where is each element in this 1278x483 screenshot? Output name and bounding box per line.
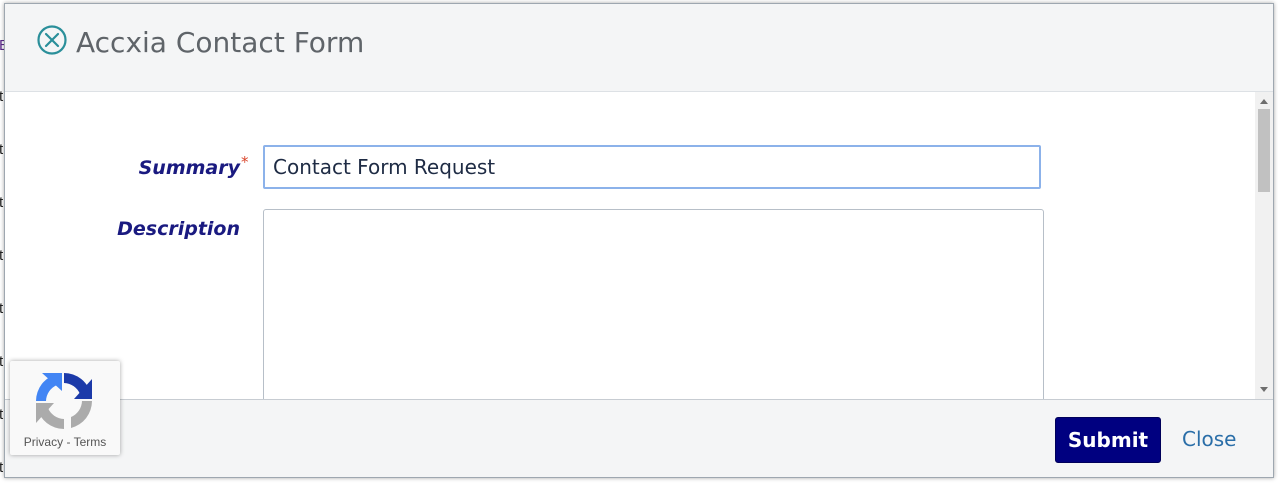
scroll-down-arrow-icon[interactable]: [1260, 387, 1268, 392]
summary-label: Summary: [138, 157, 240, 179]
form-body: Summary * Description: [5, 92, 1255, 399]
dialog-title: Accxia Contact Form: [76, 26, 365, 59]
recaptcha-link-separator: -: [63, 435, 74, 449]
recaptcha-badge[interactable]: Privacy - Terms: [10, 361, 120, 455]
recaptcha-links: Privacy - Terms: [10, 435, 120, 449]
description-label: Description: [117, 218, 240, 240]
scroll-up-arrow-icon[interactable]: [1260, 99, 1268, 104]
accxia-logo-icon: [37, 25, 67, 55]
dialog-footer: Submit Close: [5, 399, 1273, 477]
recaptcha-logo-icon: [36, 373, 92, 429]
close-link[interactable]: Close: [1182, 427, 1236, 451]
summary-input[interactable]: [263, 145, 1041, 189]
contact-form-dialog: Accxia Contact Form Summary * Descriptio…: [4, 3, 1274, 478]
dialog-header: Accxia Contact Form: [5, 4, 1273, 92]
recaptcha-privacy-link[interactable]: Privacy: [24, 435, 63, 449]
required-marker: *: [241, 153, 249, 171]
description-textarea[interactable]: [263, 209, 1044, 399]
submit-button[interactable]: Submit: [1055, 417, 1161, 463]
scrollbar-thumb[interactable]: [1258, 109, 1270, 192]
recaptcha-terms-link[interactable]: Terms: [74, 435, 107, 449]
form-scrollbar[interactable]: [1255, 92, 1273, 399]
